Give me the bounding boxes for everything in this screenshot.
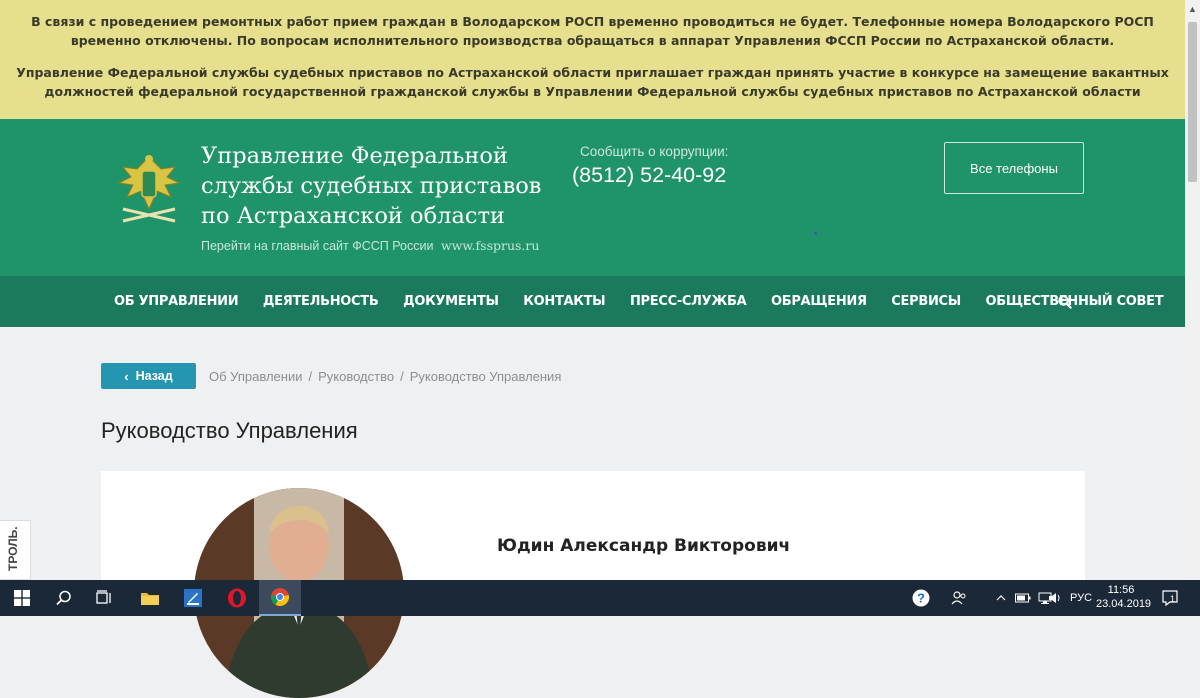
main-site-link[interactable]: Перейти на главный сайт ФССП России www.… <box>201 238 539 253</box>
system-clock[interactable]: 11:56 23.04.2019 <box>1096 583 1152 611</box>
taskbar-search-icon[interactable] <box>44 580 84 616</box>
corruption-report: Сообщить о коррупции: (8512) 52-40-92 <box>572 144 728 188</box>
volume-icon[interactable] <box>1045 580 1065 616</box>
svg-text:?: ? <box>917 591 925 606</box>
scrollbar-thumb[interactable] <box>1188 22 1197 182</box>
windows-start-icon[interactable] <box>0 580 44 616</box>
breadcrumb: Об Управлении / Руководство / Руководство Уп… <box>209 369 561 384</box>
back-button-label: Назад <box>135 369 173 383</box>
file-explorer-icon[interactable] <box>130 580 170 616</box>
corruption-phone[interactable]: (8512) 52-40-92 <box>572 163 728 188</box>
nav-item-public-council[interactable]: ОБЩЕСТВЕННЫЙ СОВЕТ <box>986 294 1164 309</box>
clock-date: 23.04.2019 <box>1096 598 1152 610</box>
org-title-line-3: по Астраханской области <box>201 203 505 229</box>
nav-item-press[interactable]: ПРЕСС-СЛУЖБА <box>630 294 747 309</box>
battery-icon[interactable] <box>1013 580 1033 616</box>
notice-line-2[interactable]: Управление Федеральной службы судебных п… <box>10 63 1175 101</box>
search-icon[interactable] <box>1058 295 1072 309</box>
scroll-up-icon[interactable]: ▲ <box>1188 4 1197 14</box>
breadcrumb-item-current: Руководство Управления <box>409 369 562 384</box>
people-icon[interactable] <box>948 580 970 616</box>
windows-taskbar: ? РУС 11:56 23.04.2019 1 <box>0 580 1200 616</box>
back-button[interactable]: ‹ Назад <box>101 363 196 389</box>
breadcrumb-item-leadership[interactable]: Руководство <box>318 369 394 384</box>
breadcrumb-item-about[interactable]: Об Управлении <box>209 369 302 384</box>
notification-count: 1 <box>1170 594 1176 604</box>
side-widget-label: ТРОЛЬ. <box>6 526 20 571</box>
keyboard-language[interactable]: РУС <box>1070 580 1092 616</box>
nav-item-contacts[interactable]: КОНТАКТЫ <box>523 294 605 309</box>
nav-item-services[interactable]: СЕРВИСЫ <box>891 294 961 309</box>
nav-item-about[interactable]: ОБ УПРАВЛЕНИИ <box>114 294 239 309</box>
nav-item-appeals[interactable]: ОБРАЩЕНИЯ <box>771 294 867 309</box>
page-title: Руководство Управления <box>101 418 358 443</box>
org-title-line-2: службы судебных приставов <box>201 173 542 199</box>
chevron-up-icon[interactable] <box>992 580 1010 616</box>
person-name[interactable]: Юдин Александр Викторович <box>497 536 790 556</box>
chevron-left-icon: ‹ <box>124 368 129 384</box>
site-header: Управление Федеральной службы судебных п… <box>0 119 1185 276</box>
main-nav: ОБ УПРАВЛЕНИИ ДЕЯТЕЛЬНОСТЬ ДОКУМЕНТЫ КОН… <box>0 276 1185 327</box>
notice-banner: В связи с проведением ремонтных работ пр… <box>0 0 1185 119</box>
app-icon[interactable] <box>173 580 213 616</box>
side-widget-tab[interactable]: ТРОЛЬ. <box>0 520 31 580</box>
org-title-line-1: Управление Федеральной <box>201 143 508 169</box>
decorative-dot <box>814 232 817 235</box>
opera-browser-icon[interactable] <box>217 580 257 616</box>
breadcrumb-separator: / <box>400 369 404 384</box>
notifications-icon[interactable]: 1 <box>1156 580 1184 616</box>
page-scrollbar[interactable]: ▲ <box>1185 0 1200 580</box>
nav-item-activity[interactable]: ДЕЯТЕЛЬНОСТЬ <box>263 294 379 309</box>
nav-item-documents[interactable]: ДОКУМЕНТЫ <box>403 294 499 309</box>
task-view-icon[interactable] <box>84 580 124 616</box>
all-phones-button[interactable]: Все телефоны <box>944 142 1084 194</box>
corruption-label: Сообщить о коррупции: <box>580 144 729 159</box>
chrome-browser-icon[interactable] <box>259 580 301 616</box>
help-icon[interactable]: ? <box>908 580 934 616</box>
person-card: Юдин Александр Викторович <box>101 471 1085 698</box>
main-site-link-url[interactable]: www.fssprus.ru <box>441 238 540 253</box>
breadcrumb-separator: / <box>308 369 313 384</box>
notice-line-1: В связи с проведением ремонтных работ пр… <box>31 14 1154 48</box>
clock-time: 11:56 <box>1107 584 1135 596</box>
main-site-link-label: Перейти на главный сайт ФССП России <box>201 239 434 253</box>
emblem-icon[interactable] <box>115 149 183 233</box>
org-title[interactable]: Управление Федеральной службы судебных п… <box>201 141 561 231</box>
